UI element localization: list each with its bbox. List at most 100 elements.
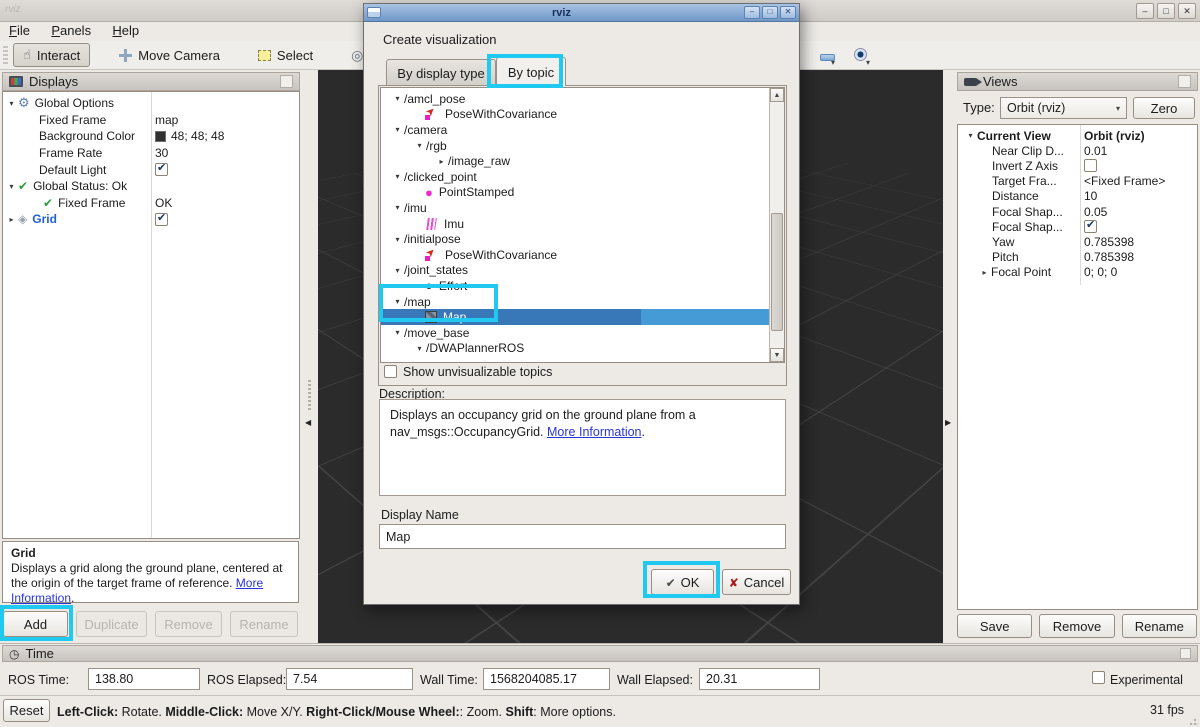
chevron-down-icon[interactable]: ▾ (391, 172, 404, 181)
topic-row[interactable]: PointStamped (381, 185, 784, 201)
ok-button[interactable]: OK (651, 569, 714, 595)
topic-row[interactable]: ▾/camera (381, 122, 784, 138)
views-panel-header[interactable]: Views (957, 72, 1198, 91)
wall-elapsed-input[interactable] (699, 668, 820, 690)
row-value[interactable]: map (155, 113, 178, 127)
chevron-down-icon[interactable]: ▾ (413, 344, 426, 353)
chevron-down-icon[interactable]: ▾ (391, 94, 404, 103)
time-panel-header[interactable]: Time (2, 645, 1198, 662)
chevron-down-icon[interactable]: ▾ (391, 125, 404, 134)
tab-by-topic[interactable]: By topic (496, 57, 566, 86)
maximize-icon[interactable]: □ (1157, 3, 1175, 19)
row-value[interactable]: 0; 0; 0 (1084, 265, 1117, 279)
display-row-frame-rate[interactable]: Frame Rate 30 (3, 145, 299, 162)
display-row-status-fixed-frame[interactable]: Fixed Frame OK (3, 195, 299, 212)
displays-tree[interactable]: ▾ Global Options Fixed Frame map Backgro… (2, 91, 300, 539)
chevron-right-icon[interactable]: ▸ (5, 215, 18, 224)
row-value[interactable]: 0.785398 (1084, 235, 1134, 249)
topic-row[interactable]: Effort (381, 278, 784, 294)
topic-row-map[interactable]: ▾/map (381, 294, 784, 310)
row-value[interactable]: 30 (155, 146, 168, 160)
zero-button[interactable]: Zero (1133, 97, 1195, 119)
view-row-current-view[interactable]: ▾ Current View Orbit (rviz) (958, 128, 1197, 143)
resize-grip[interactable] (1189, 716, 1198, 725)
view-row-focal-shape-size[interactable]: Focal Shap... 0.05 (958, 204, 1197, 219)
experimental-checkbox[interactable] (1092, 671, 1105, 684)
topic-row-map-selected[interactable]: Map (381, 309, 769, 325)
view-type-dropdown[interactable]: Orbit (rviz) ▾ (1000, 97, 1127, 119)
scrollbar-thumb[interactable] (771, 213, 783, 331)
chevron-down-icon[interactable]: ▾ (413, 141, 426, 150)
ros-elapsed-input[interactable] (286, 668, 413, 690)
collapse-right-icon[interactable]: ▶ (945, 418, 951, 427)
row-value[interactable]: 10 (1084, 189, 1097, 203)
display-row-fixed-frame[interactable]: Fixed Frame map (3, 112, 299, 129)
wall-time-input[interactable] (483, 668, 610, 690)
duplicate-button[interactable]: Duplicate (76, 611, 147, 637)
view-row-target-frame[interactable]: Target Fra... <Fixed Frame> (958, 174, 1197, 189)
tool-interact-button[interactable]: Interact (13, 43, 90, 67)
close-icon[interactable]: ✕ (780, 6, 796, 19)
view-row-pitch[interactable]: Pitch 0.785398 (958, 250, 1197, 265)
display-row-grid[interactable]: ▸ Grid (3, 211, 299, 228)
chevron-right-icon[interactable]: ▸ (435, 157, 448, 166)
more-information-link[interactable]: More Information (547, 425, 641, 439)
panel-detach-button[interactable] (280, 75, 293, 88)
topic-row[interactable]: ▾/imu (381, 200, 784, 216)
rename-view-button[interactable]: Rename (1122, 614, 1197, 638)
chevron-down-icon[interactable]: ▾ (391, 297, 404, 306)
display-row-background-color[interactable]: Background Color 48; 48; 48 (3, 128, 299, 145)
color-swatch[interactable] (155, 131, 166, 142)
topic-row[interactable]: ▸/image_raw (381, 153, 784, 169)
row-value[interactable]: 0.01 (1084, 144, 1107, 158)
view-row-focal-point[interactable]: ▸ Focal Point 0; 0; 0 (958, 265, 1197, 280)
menu-help[interactable]: Help (103, 22, 148, 39)
topic-row[interactable]: PoseWithCovariance (381, 247, 784, 263)
topic-row[interactable]: ▾/rgb (381, 138, 784, 154)
close-icon[interactable]: ✕ (1178, 3, 1196, 19)
panel-detach-button[interactable] (1178, 75, 1191, 88)
view-row-near-clip[interactable]: Near Clip D... 0.01 (958, 143, 1197, 158)
display-row-global-options[interactable]: ▾ Global Options (3, 95, 299, 112)
display-name-input[interactable] (379, 524, 786, 549)
panel-detach-button[interactable] (1180, 648, 1191, 659)
collapse-left-icon[interactable]: ◀ (305, 418, 311, 427)
scroll-down-icon[interactable]: ▼ (770, 348, 784, 362)
topic-row[interactable]: ▾/move_base (381, 325, 784, 341)
chevron-down-icon[interactable]: ▾ (391, 328, 404, 337)
show-unvisualizable-checkbox[interactable] (384, 365, 397, 378)
chevron-down-icon[interactable]: ▾ (5, 99, 18, 108)
row-value[interactable]: 0.785398 (1084, 250, 1134, 264)
topic-row[interactable]: ▾/joint_states (381, 263, 784, 279)
tool-move-camera-button[interactable]: Move Camera (110, 43, 229, 67)
tool-select-button[interactable]: Select (249, 43, 322, 67)
minimize-icon[interactable]: – (744, 6, 760, 19)
topic-tree[interactable]: ▾/amcl_pose PoseWithCovariance ▾/camera … (380, 87, 785, 363)
display-row-global-status[interactable]: ▾ Global Status: Ok (3, 178, 299, 195)
topic-row[interactable]: ▾/initialpose (381, 231, 784, 247)
menu-panels[interactable]: Panels (42, 22, 100, 39)
view-row-invert-z[interactable]: Invert Z Axis (958, 158, 1197, 173)
topic-row[interactable]: ▾/clicked_point (381, 169, 784, 185)
row-value[interactable]: 0.05 (1084, 205, 1107, 219)
chevron-down-icon[interactable]: ▾ (831, 58, 835, 67)
reset-button[interactable]: Reset (3, 699, 50, 722)
display-row-default-light[interactable]: Default Light (3, 161, 299, 178)
displays-panel-header[interactable]: Displays (2, 72, 300, 91)
left-splitter[interactable]: ◀ (302, 70, 318, 643)
chevron-down-icon[interactable]: ▾ (964, 131, 977, 140)
ros-time-input[interactable] (88, 668, 200, 690)
dialog-titlebar[interactable]: rviz – □ ✕ (364, 4, 799, 22)
scrollbar[interactable]: ▲ ▼ (769, 88, 784, 362)
topic-row[interactable]: ▾/DWAPlannerROS (381, 341, 784, 357)
view-row-focal-shape-fixed[interactable]: Focal Shap... (958, 219, 1197, 234)
views-tree[interactable]: ▾ Current View Orbit (rviz) Near Clip D.… (957, 124, 1198, 610)
right-splitter[interactable]: ▶ (943, 70, 955, 643)
view-row-yaw[interactable]: Yaw 0.785398 (958, 234, 1197, 249)
topic-row[interactable]: PoseWithCovariance (381, 107, 784, 123)
chevron-right-icon[interactable]: ▸ (978, 268, 991, 277)
chevron-down-icon[interactable]: ▾ (5, 182, 18, 191)
cancel-button[interactable]: Cancel (722, 569, 791, 595)
checkbox-checked[interactable] (1084, 220, 1097, 233)
toolbar-grip[interactable] (3, 46, 8, 64)
